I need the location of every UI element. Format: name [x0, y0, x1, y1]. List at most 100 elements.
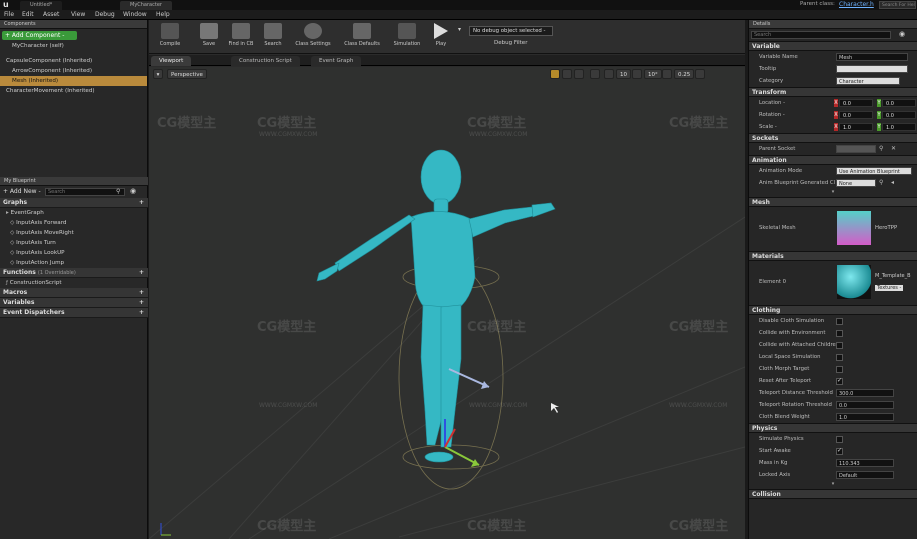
variable-name-input[interactable]: Mesh — [836, 53, 908, 61]
material-thumbnail[interactable] — [837, 265, 871, 299]
y-axis-label: Y — [877, 111, 881, 119]
component-item[interactable]: CharacterMovement (Inherited) — [0, 86, 147, 96]
details-search-input[interactable]: Search — [751, 31, 891, 39]
search-icon[interactable]: ⚲ — [879, 145, 883, 152]
x-value-input[interactable]: 0.0 — [839, 111, 873, 119]
menu-asset[interactable]: Asset — [43, 11, 59, 19]
x-value-input[interactable]: 1.0 — [839, 123, 873, 131]
event-graph-item[interactable]: ▸ EventGraph — [0, 208, 148, 218]
anim-blueprint-select[interactable]: None — [836, 179, 876, 187]
event-item[interactable]: ◇ InputAxis MoveRight — [0, 228, 148, 238]
property-checkbox[interactable] — [836, 318, 843, 325]
add-function-icon[interactable]: + — [139, 268, 144, 278]
editor-center: Compile Save Find in CB Search Class Set… — [149, 20, 745, 539]
property-number-input[interactable]: 300.0 — [836, 389, 894, 397]
property-number-input[interactable]: 110.343 — [836, 459, 894, 467]
component-item[interactable]: Mesh (Inherited) — [0, 76, 147, 86]
anim-blueprint-row: Anim Blueprint Generated Cl None ⚲ ◂ — [759, 179, 895, 187]
view-options-icon[interactable]: ◉ — [130, 187, 136, 195]
event-dispatchers-section[interactable]: Event Dispatchers + — [0, 308, 148, 318]
property-row: Reset After Teleport — [749, 375, 917, 387]
simulation-button[interactable]: Simulation — [387, 22, 427, 52]
component-self[interactable]: MyCharacter (self) — [0, 41, 147, 52]
textures-dropdown[interactable]: Textures - — [875, 285, 904, 291]
materials-section[interactable]: Materials — [749, 251, 917, 261]
view-options-icon[interactable]: ◉ — [899, 30, 905, 38]
mesh-section[interactable]: Mesh — [749, 197, 917, 207]
help-search-input[interactable]: Search For Help — [879, 1, 916, 9]
property-checkbox[interactable] — [836, 366, 843, 373]
property-checkbox[interactable] — [836, 354, 843, 361]
macros-section[interactable]: Macros + — [0, 288, 148, 298]
y-value-input[interactable]: 0.0 — [882, 99, 916, 107]
add-graph-icon[interactable]: + — [139, 198, 144, 208]
menu-view[interactable]: View — [71, 11, 85, 19]
debug-object-select[interactable]: No debug object selected - — [469, 26, 553, 36]
play-button[interactable]: Play — [423, 22, 459, 52]
property-checkbox[interactable] — [836, 330, 843, 337]
property-checkbox[interactable] — [836, 447, 843, 455]
property-checkbox[interactable] — [836, 436, 843, 443]
clothing-section[interactable]: Clothing — [749, 305, 917, 315]
tab-event-graph[interactable]: Event Graph — [311, 56, 362, 66]
menu-file[interactable]: File — [4, 11, 14, 19]
sockets-section[interactable]: Sockets — [749, 133, 917, 143]
tab-untitled[interactable]: Untitled* — [20, 1, 63, 10]
clear-icon[interactable]: ✕ — [891, 145, 896, 152]
property-checkbox[interactable] — [836, 342, 843, 349]
variable-section[interactable]: Variable — [749, 41, 917, 51]
play-options-icon[interactable]: ▾ — [458, 26, 461, 33]
class-defaults-button[interactable]: Class Defaults — [339, 22, 385, 52]
graphs-section[interactable]: Graphs + — [0, 198, 148, 208]
event-item[interactable]: ◇ InputAction Jump — [0, 258, 148, 268]
back-arrow-icon[interactable]: ◂ — [891, 179, 894, 186]
add-macro-icon[interactable]: + — [139, 288, 144, 298]
functions-section[interactable]: Functions (1 Overridable) + — [0, 268, 148, 278]
menu-window[interactable]: Window — [123, 11, 147, 19]
add-variable-icon[interactable]: + — [139, 298, 144, 308]
event-item[interactable]: ◇ InputAxis Turn — [0, 238, 148, 248]
collision-section[interactable]: Collision — [749, 489, 917, 499]
expand-icon[interactable]: ▾ — [749, 481, 917, 489]
component-item[interactable]: ArrowComponent (Inherited) — [0, 66, 147, 76]
add-new-button[interactable]: + Add New - — [3, 188, 41, 195]
menu-edit[interactable]: Edit — [22, 11, 34, 19]
y-value-input[interactable]: 1.0 — [882, 123, 916, 131]
component-item[interactable]: CapsuleComponent (Inherited) — [0, 56, 147, 66]
animation-mode-select[interactable]: Use Animation Blueprint — [836, 167, 912, 175]
search-button[interactable]: Search — [253, 22, 293, 52]
expand-icon[interactable]: ▾ — [749, 189, 917, 197]
compile-button[interactable]: Compile — [150, 22, 190, 52]
parent-class-link[interactable]: Character.h — [839, 1, 874, 8]
transform-section[interactable]: Transform — [749, 87, 917, 97]
y-value-input[interactable]: 0.0 — [882, 111, 916, 119]
blueprint-search-input[interactable]: Search — [45, 188, 125, 196]
tooltip-input[interactable] — [836, 65, 908, 73]
animation-section[interactable]: Animation — [749, 155, 917, 165]
mesh-thumbnail[interactable] — [837, 211, 871, 245]
tab-construction-script[interactable]: Construction Script — [231, 56, 300, 66]
viewport[interactable]: ▾ Perspective 10 10° 0.25 CG模型主 CG模型主 CG… — [149, 67, 745, 539]
tab-viewport[interactable]: Viewport — [151, 56, 192, 66]
property-number-input[interactable]: 1.0 — [836, 413, 894, 421]
event-item[interactable]: ◇ InputAxis Forward — [0, 218, 148, 228]
menu-debug[interactable]: Debug — [95, 11, 115, 19]
menu-help[interactable]: Help — [156, 11, 170, 19]
find-in-cb-icon — [232, 23, 250, 39]
physics-section[interactable]: Physics — [749, 423, 917, 433]
property-number-input[interactable]: 0.0 — [836, 401, 894, 409]
category-select[interactable]: Character — [836, 77, 900, 85]
x-value-input[interactable]: 0.0 — [839, 99, 873, 107]
class-settings-button[interactable]: Class Settings — [290, 22, 336, 52]
search-icon[interactable]: ⚲ — [879, 179, 883, 186]
property-checkbox[interactable] — [836, 377, 843, 385]
tab-mycharacter[interactable]: MyCharacter — [120, 1, 172, 10]
add-dispatcher-icon[interactable]: + — [139, 308, 144, 318]
event-item[interactable]: ◇ InputAxis LookUP — [0, 248, 148, 258]
parent-socket-input[interactable] — [836, 145, 876, 153]
construction-script-item[interactable]: ƒ ConstructionScript — [0, 278, 148, 288]
variables-section[interactable]: Variables + — [0, 298, 148, 308]
property-number-input[interactable]: Default — [836, 471, 894, 479]
add-component-button[interactable]: + Add Component - — [2, 31, 77, 40]
watermark-logo: CG模型主 — [467, 320, 527, 335]
